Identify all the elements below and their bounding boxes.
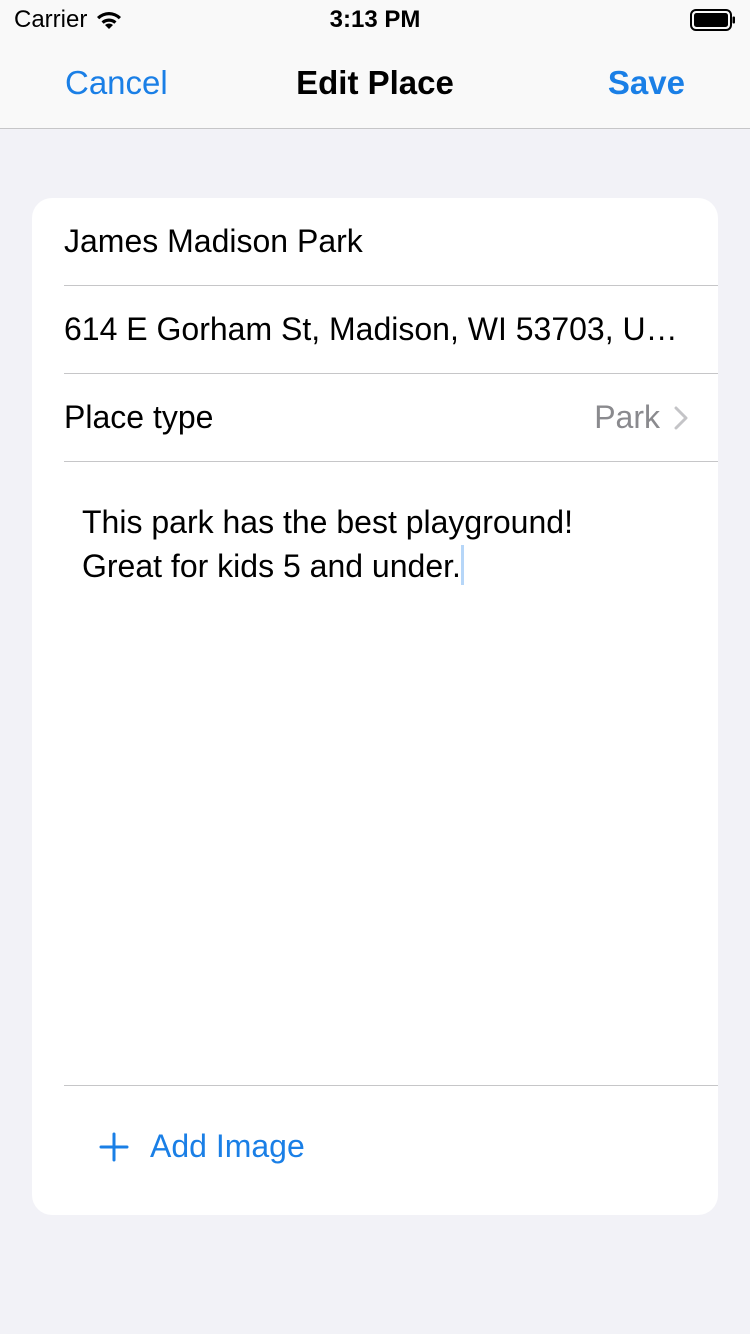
place-type-row[interactable]: Place type Park <box>64 374 718 462</box>
notes-line: Great for kids 5 and under. <box>82 548 461 584</box>
place-type-selector: Park <box>594 399 688 436</box>
name-field[interactable]: James Madison Park <box>64 198 718 286</box>
edit-place-form: James Madison Park 614 E Gorham St, Madi… <box>32 198 718 1215</box>
navigation-bar: Cancel Edit Place Save <box>0 40 750 129</box>
place-type-value: Park <box>594 399 660 435</box>
add-image-button[interactable]: Add Image <box>98 1128 305 1165</box>
place-type-label: Place type <box>64 399 214 435</box>
plus-icon <box>99 1132 129 1161</box>
add-image-label: Add Image <box>150 1128 305 1164</box>
battery-icon <box>690 9 735 31</box>
clock: 3:13 PM <box>329 6 421 33</box>
text-cursor <box>460 545 464 585</box>
address-field[interactable]: 614 E Gorham St, Madison, WI 53703, Unit… <box>64 286 718 374</box>
notes-line: This park has the best playground! <box>82 504 573 540</box>
notes-text-area[interactable]: This park has the best playground! Great… <box>82 500 682 588</box>
chevron-right-icon <box>674 406 688 429</box>
address-value: 614 E Gorham St, Madison, WI 53703, Unit… <box>64 311 684 347</box>
save-button[interactable]: Save <box>608 64 685 102</box>
status-bar: Carrier 3:13 PM <box>0 0 750 40</box>
divider <box>64 1085 718 1086</box>
name-value: James Madison Park <box>64 223 363 259</box>
